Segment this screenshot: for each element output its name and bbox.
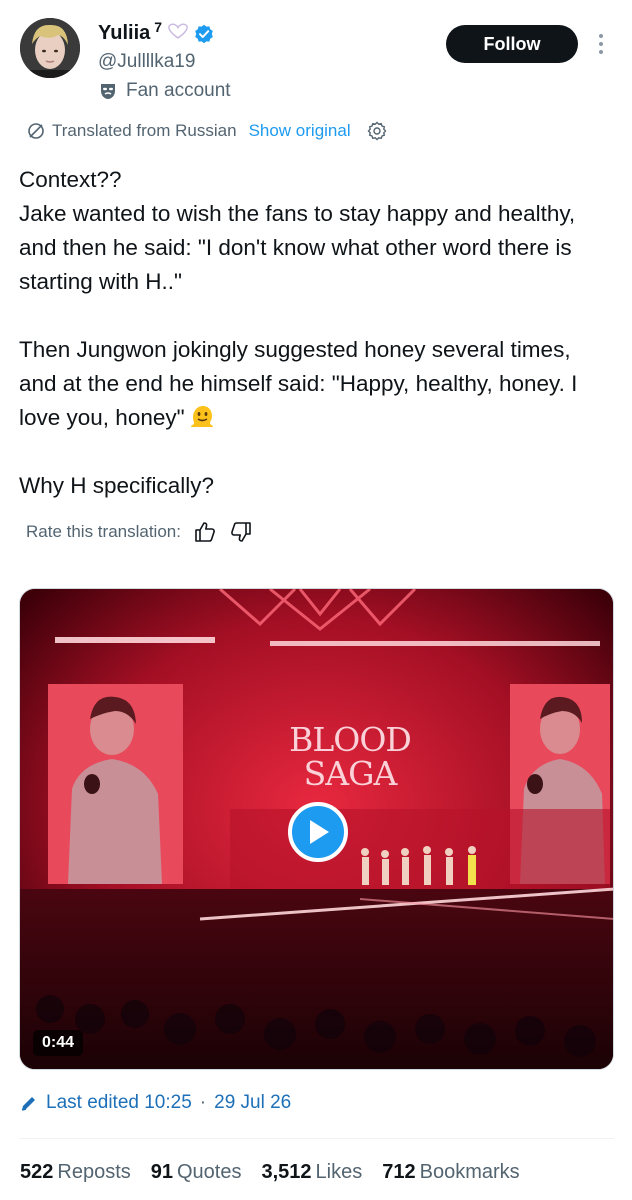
last-edited-label[interactable]: Last edited 10:25 [46,1092,192,1114]
quotes-stat[interactable]: 91 Quotes [151,1161,242,1184]
bookmarks-count: 712 [382,1161,416,1183]
name-suffix: 7 [154,18,163,35]
tweet-paragraph: Why H specifically? [19,473,215,498]
reposts-label: Reposts [57,1161,131,1183]
thumbs-down-icon[interactable] [229,520,253,544]
translation-notice-text: Translated from Russian [52,121,237,140]
author-handle[interactable]: @Jullllka19 [98,51,195,73]
edit-date[interactable]: 29 Jul 26 [214,1092,291,1114]
tweet-paragraph-text: Then Jungwon jokingly suggested honey se… [19,337,584,430]
tweet-paragraph: Context?? Jake wanted to wish the fans t… [19,167,576,294]
account-label-text: Fan account [126,80,231,101]
display-name[interactable]: Yuliia [98,22,150,45]
thumbs-up-icon[interactable] [193,520,217,544]
quotes-label: Quotes [177,1161,242,1183]
gear-icon[interactable] [367,121,387,141]
play-button-icon[interactable] [288,802,348,862]
avatar[interactable] [20,18,80,78]
translate-icon [26,121,46,141]
tweet-paragraph: Then Jungwon jokingly suggested honey se… [19,333,614,435]
fan-account-label: Fan account [98,80,231,102]
meta-separator: · [199,1092,207,1113]
likes-stat[interactable]: 3,512 Likes [261,1161,362,1184]
follow-button[interactable]: Follow [446,25,578,63]
bookmarks-label: Bookmarks [419,1161,520,1183]
verified-badge-icon[interactable] [194,24,214,44]
likes-label: Likes [315,1161,363,1183]
more-options-icon[interactable] [594,30,608,58]
pencil-icon [20,1094,38,1112]
translation-notice: Translated from Russian Show original [26,121,387,141]
bookmarks-stat[interactable]: 712 Bookmarks [382,1161,519,1184]
rate-translation-label: Rate this translation: [26,522,181,541]
likes-count: 3,512 [261,1161,312,1183]
rate-translation-row: Rate this translation: [26,520,253,544]
stage-title-line: BLOOD [289,720,412,759]
engagement-stats: 522 Reposts 91 Quotes 3,512 Likes 712 Bookma… [20,1161,520,1184]
quotes-count: 91 [150,1161,173,1183]
reposts-count: 522 [20,1161,54,1183]
author-name-row[interactable]: Yuliia 7 [98,18,214,45]
melting-face-emoji-icon [189,404,215,430]
stage-title-graphic: BLOOD SAGA [275,723,425,791]
video-player[interactable]: BLOOD SAGA 0:44 [19,588,614,1070]
reposts-stat[interactable]: 522 Reposts [20,1161,131,1184]
video-duration-badge: 0:44 [33,1030,84,1056]
mask-icon [98,81,118,101]
tweet-text: Context?? Jake wanted to wish the fans t… [19,163,614,503]
heart-icon [166,23,190,44]
stage-title-line: SAGA [303,754,398,793]
show-original-link[interactable]: Show original [249,121,351,141]
divider [19,1138,614,1139]
edit-history-row[interactable]: Last edited 10:25 · 29 Jul 26 [20,1092,291,1114]
tweet-header: Yuliia 7 @Jullllka19 Fan account Follow [0,0,632,112]
